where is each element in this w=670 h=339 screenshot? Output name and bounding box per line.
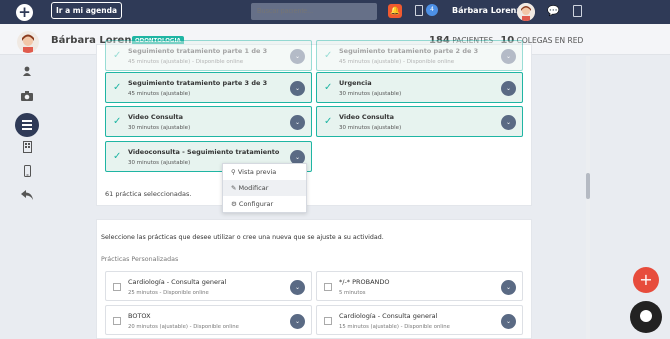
plus-icon[interactable]: + — [16, 4, 33, 21]
checkbox[interactable] — [324, 317, 332, 325]
context-menu: ⚲ Vista previa ✎ Modificar ⚙ Configurar — [222, 163, 307, 213]
add-practice-button[interactable]: + — [633, 267, 659, 293]
check-icon: ✓ — [324, 116, 333, 127]
practice-title: Seguimiento tratamiento parte 2 de 3 — [339, 47, 479, 55]
practice-subtitle: 30 minutos (ajustable) — [339, 91, 402, 97]
reply-icon[interactable] — [19, 190, 35, 206]
document-icon[interactable] — [415, 5, 423, 16]
search-input[interactable] — [251, 3, 377, 20]
checkbox[interactable] — [113, 283, 121, 291]
chevron-down-icon[interactable]: ⌄ — [501, 115, 516, 130]
practice-card[interactable]: BOTOX 20 minutos (ajustable) - Disponibl… — [105, 305, 312, 335]
mobile-icon[interactable] — [19, 165, 35, 181]
check-icon: ✓ — [113, 151, 122, 162]
chevron-down-icon[interactable]: ⌄ — [501, 49, 516, 64]
user-icon[interactable] — [19, 66, 35, 82]
practice-title: */-* PROBANDO — [339, 278, 390, 286]
menu-item-label: Vista previa — [237, 168, 277, 176]
checkbox[interactable] — [113, 317, 121, 325]
notification-badge: 4 — [426, 4, 438, 16]
agenda-button[interactable]: Ir a mi agenda — [51, 2, 122, 19]
practice-subtitle: 25 minutos - Disponible online — [128, 290, 209, 296]
practice-title: Seguimiento tratamiento parte 3 de 3 — [128, 79, 268, 87]
scrollbar-thumb[interactable] — [586, 173, 590, 199]
practice-title: Cardiología - Consulta general — [339, 312, 438, 320]
practice-title: Cardiología - Consulta general — [128, 278, 227, 286]
practice-card[interactable]: ✓ Urgencia 30 minutos (ajustable) ⌄ — [316, 72, 523, 103]
chevron-down-icon[interactable]: ⌄ — [501, 280, 516, 295]
practice-card[interactable]: */-* PROBANDO 5 minutos ⌄ — [316, 271, 523, 301]
camera-icon[interactable] — [19, 91, 35, 107]
practice-card[interactable]: ✓ Seguimiento tratamiento parte 2 de 3 4… — [316, 40, 523, 71]
practice-card[interactable]: Cardiología - Consulta general 25 minuto… — [105, 271, 312, 301]
practice-title: BOTOX — [128, 312, 151, 320]
selection-prompt: Seleccione las prácticas que desee utili… — [101, 234, 384, 241]
search-icon: ⚲ — [231, 168, 236, 176]
practice-subtitle: 15 minutos (ajustable) - Disponible onli… — [339, 324, 450, 330]
list-icon[interactable] — [15, 113, 39, 137]
chat-widget-button[interactable] — [630, 301, 662, 333]
practice-subtitle: 5 minutos — [339, 290, 366, 296]
top-user-name[interactable]: Bárbara Lorenzo — [452, 6, 527, 15]
menu-item-preview[interactable]: ⚲ Vista previa — [223, 164, 306, 180]
clipboard-icon[interactable] — [573, 5, 582, 17]
chevron-down-icon[interactable]: ⌄ — [290, 81, 305, 96]
practice-subtitle: 20 minutos (ajustable) - Disponible onli… — [128, 324, 239, 330]
check-icon: ✓ — [324, 50, 333, 61]
edit-icon: ✎ — [231, 184, 237, 192]
menu-item-edit[interactable]: ✎ Modificar — [223, 180, 306, 196]
practice-subtitle: 45 minutos (ajustable) - Disponible onli… — [339, 59, 455, 65]
practice-title: Urgencia — [339, 79, 372, 87]
chevron-down-icon[interactable]: ⌄ — [290, 49, 305, 64]
menu-item-label: Configurar — [238, 200, 274, 208]
chat-bubble-icon — [640, 310, 652, 322]
avatar[interactable] — [517, 3, 535, 21]
menu-item-configure[interactable]: ⚙ Configurar — [223, 196, 306, 212]
practice-subtitle: 30 minutos (ajustable) — [339, 125, 402, 131]
practice-subtitle: 30 minutos (ajustable) — [128, 160, 191, 166]
selected-count: 61 práctica seleccionadas. — [105, 190, 192, 198]
practice-subtitle: 45 minutos (ajustable) - Disponible onli… — [128, 59, 244, 65]
practice-title: Video Consulta — [128, 113, 184, 121]
practice-card[interactable]: ✓ Seguimiento tratamiento parte 3 de 3 4… — [105, 72, 312, 103]
chevron-down-icon[interactable]: ⌄ — [290, 280, 305, 295]
practice-title: Videoconsulta - Seguimiento tratamiento — [128, 148, 280, 156]
section-title: Prácticas Personalizadas — [101, 256, 179, 263]
chevron-down-icon[interactable]: ⌄ — [501, 314, 516, 329]
check-icon: ✓ — [324, 82, 333, 93]
practice-card[interactable]: ✓ Video Consulta 30 minutos (ajustable) … — [105, 106, 312, 137]
chevron-down-icon[interactable]: ⌄ — [290, 314, 305, 329]
avatar — [17, 31, 39, 53]
check-icon: ✓ — [113, 50, 122, 61]
practice-title: Seguimiento tratamiento parte 1 de 3 — [128, 47, 268, 55]
practice-card[interactable]: ✓ Seguimiento tratamiento parte 1 de 3 4… — [105, 40, 312, 71]
building-icon[interactable] — [19, 141, 35, 157]
practice-subtitle: 30 minutos (ajustable) — [128, 125, 191, 131]
chat-icon[interactable]: 💬 — [547, 6, 559, 17]
chevron-down-icon[interactable]: ⌄ — [290, 115, 305, 130]
scrollbar[interactable] — [586, 56, 590, 339]
bell-icon[interactable]: 🔔 — [388, 4, 402, 18]
practice-card[interactable]: Cardiología - Consulta general 15 minuto… — [316, 305, 523, 335]
practice-subtitle: 45 minutos (ajustable) — [128, 91, 191, 97]
practice-title: Video Consulta — [339, 113, 395, 121]
practice-card[interactable]: ✓ Video Consulta 30 minutos (ajustable) … — [316, 106, 523, 137]
chevron-down-icon[interactable]: ⌄ — [501, 81, 516, 96]
checkbox[interactable] — [324, 283, 332, 291]
menu-item-label: Modificar — [238, 184, 269, 192]
check-icon: ✓ — [113, 116, 122, 127]
check-icon: ✓ — [113, 82, 122, 93]
settings-icon: ⚙ — [231, 200, 237, 208]
